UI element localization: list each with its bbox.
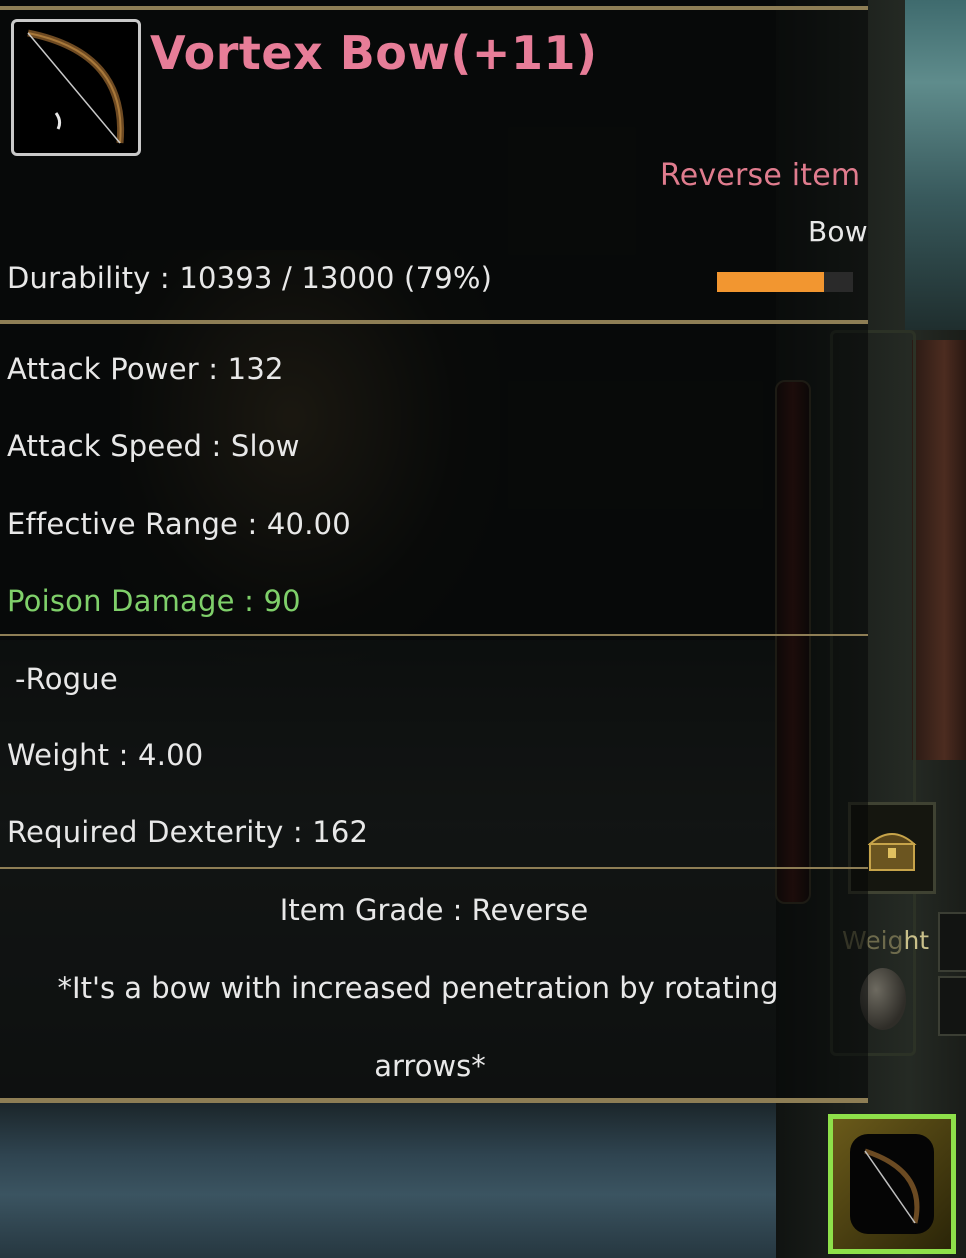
durability-bar (717, 272, 853, 292)
stat-effective-range: Effective Range : 40.00 (7, 507, 351, 541)
item-category: Reverse item (660, 158, 861, 193)
item-grade: Item Grade : Reverse (279, 893, 589, 927)
bow-icon (27, 29, 125, 143)
item-type: Bow (808, 215, 868, 248)
item-description-line1: *It's a bow with increased penetration b… (57, 971, 779, 1005)
bow-icon (864, 1148, 920, 1224)
side-panel-window (905, 0, 966, 330)
item-icon-frame (11, 19, 141, 156)
hotbar-slot-inner (850, 1134, 934, 1234)
side-button-lower[interactable] (938, 976, 966, 1036)
stat-attack-power: Attack Power : 132 (7, 352, 284, 386)
item-description-line2: arrows* (374, 1049, 486, 1083)
item-name: Vortex Bow(+11) (150, 26, 598, 80)
weight-label-highlight: ht (903, 926, 930, 955)
durability-bar-fill (717, 272, 825, 292)
side-button-upper[interactable] (938, 912, 966, 972)
stat-attack-speed: Attack Speed : Slow (7, 429, 300, 463)
tooltip-divider-3 (0, 867, 868, 869)
tooltip-divider-2 (0, 634, 868, 636)
side-panel-curtain (912, 340, 966, 760)
class-restriction: -Rogue (15, 662, 118, 696)
hotbar-slot-selected[interactable] (828, 1114, 956, 1254)
durability-text: Durability : 10393 / 13000 (79%) (7, 261, 493, 295)
tooltip-top-divider (0, 6, 868, 10)
treasure-chest-icon (867, 833, 917, 871)
item-weight: Weight : 4.00 (7, 738, 204, 772)
item-tooltip: Vortex Bow(+11) Reverse item Bow Durabil… (0, 0, 868, 1103)
tooltip-bottom-divider (0, 1098, 868, 1103)
required-dexterity: Required Dexterity : 162 (7, 815, 369, 849)
stat-poison-damage: Poison Damage : 90 (7, 584, 301, 618)
tooltip-divider-1 (0, 320, 868, 324)
